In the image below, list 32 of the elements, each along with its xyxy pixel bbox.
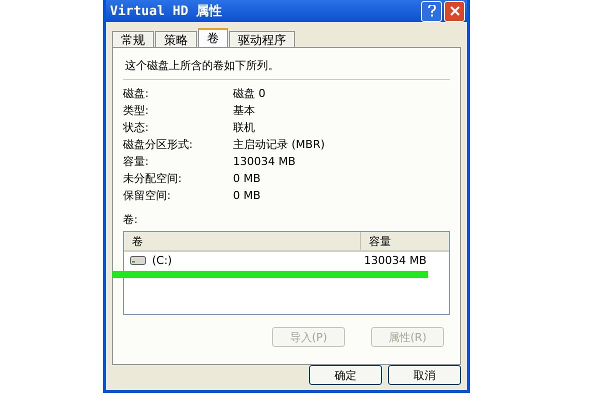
property-value: 130034 MB xyxy=(233,155,296,168)
property-value: 基本 xyxy=(233,103,255,118)
property-value: 主启动记录 (MBR) xyxy=(233,137,325,152)
property-label: 容量: xyxy=(123,154,150,169)
property-value: 联机 xyxy=(233,120,255,135)
window-title: Virtual HD 属性 xyxy=(110,3,224,20)
help-icon xyxy=(428,5,436,17)
close-button[interactable] xyxy=(444,0,465,22)
close-icon xyxy=(450,6,460,16)
dialog-button[interactable]: 确定 xyxy=(309,365,382,385)
tab[interactable]: 卷 xyxy=(198,28,228,47)
property-label: 类型: xyxy=(123,103,150,118)
property-label: 未分配空间: xyxy=(123,171,183,186)
help-button[interactable] xyxy=(421,0,442,22)
capacity-cell-text: 130034 MB xyxy=(363,254,427,266)
property-label: 保留空间: xyxy=(123,188,172,203)
volumes-label: 卷: xyxy=(123,212,139,227)
tab[interactable]: 常规 xyxy=(112,31,154,47)
dialog-button[interactable]: 取消 xyxy=(388,365,461,385)
volume-name-cell[interactable]: (C:) xyxy=(124,254,358,266)
drive-icon xyxy=(130,256,146,264)
tab[interactable]: 驱动程序 xyxy=(229,31,295,47)
property-value: 磁盘 0 xyxy=(233,86,266,101)
property-value: 0 MB xyxy=(233,172,261,185)
property-label: 状态: xyxy=(123,120,150,135)
property-label: 磁盘: xyxy=(123,86,150,101)
column-header[interactable]: 卷 xyxy=(124,232,361,250)
tab[interactable]: 策略 xyxy=(155,31,197,47)
property-label: 磁盘分区形式: xyxy=(123,137,194,152)
column-header[interactable]: 容量 xyxy=(361,232,449,250)
property-value: 0 MB xyxy=(233,189,261,202)
intro-text: 这个磁盘上所含的卷如下所列。 xyxy=(123,56,450,80)
